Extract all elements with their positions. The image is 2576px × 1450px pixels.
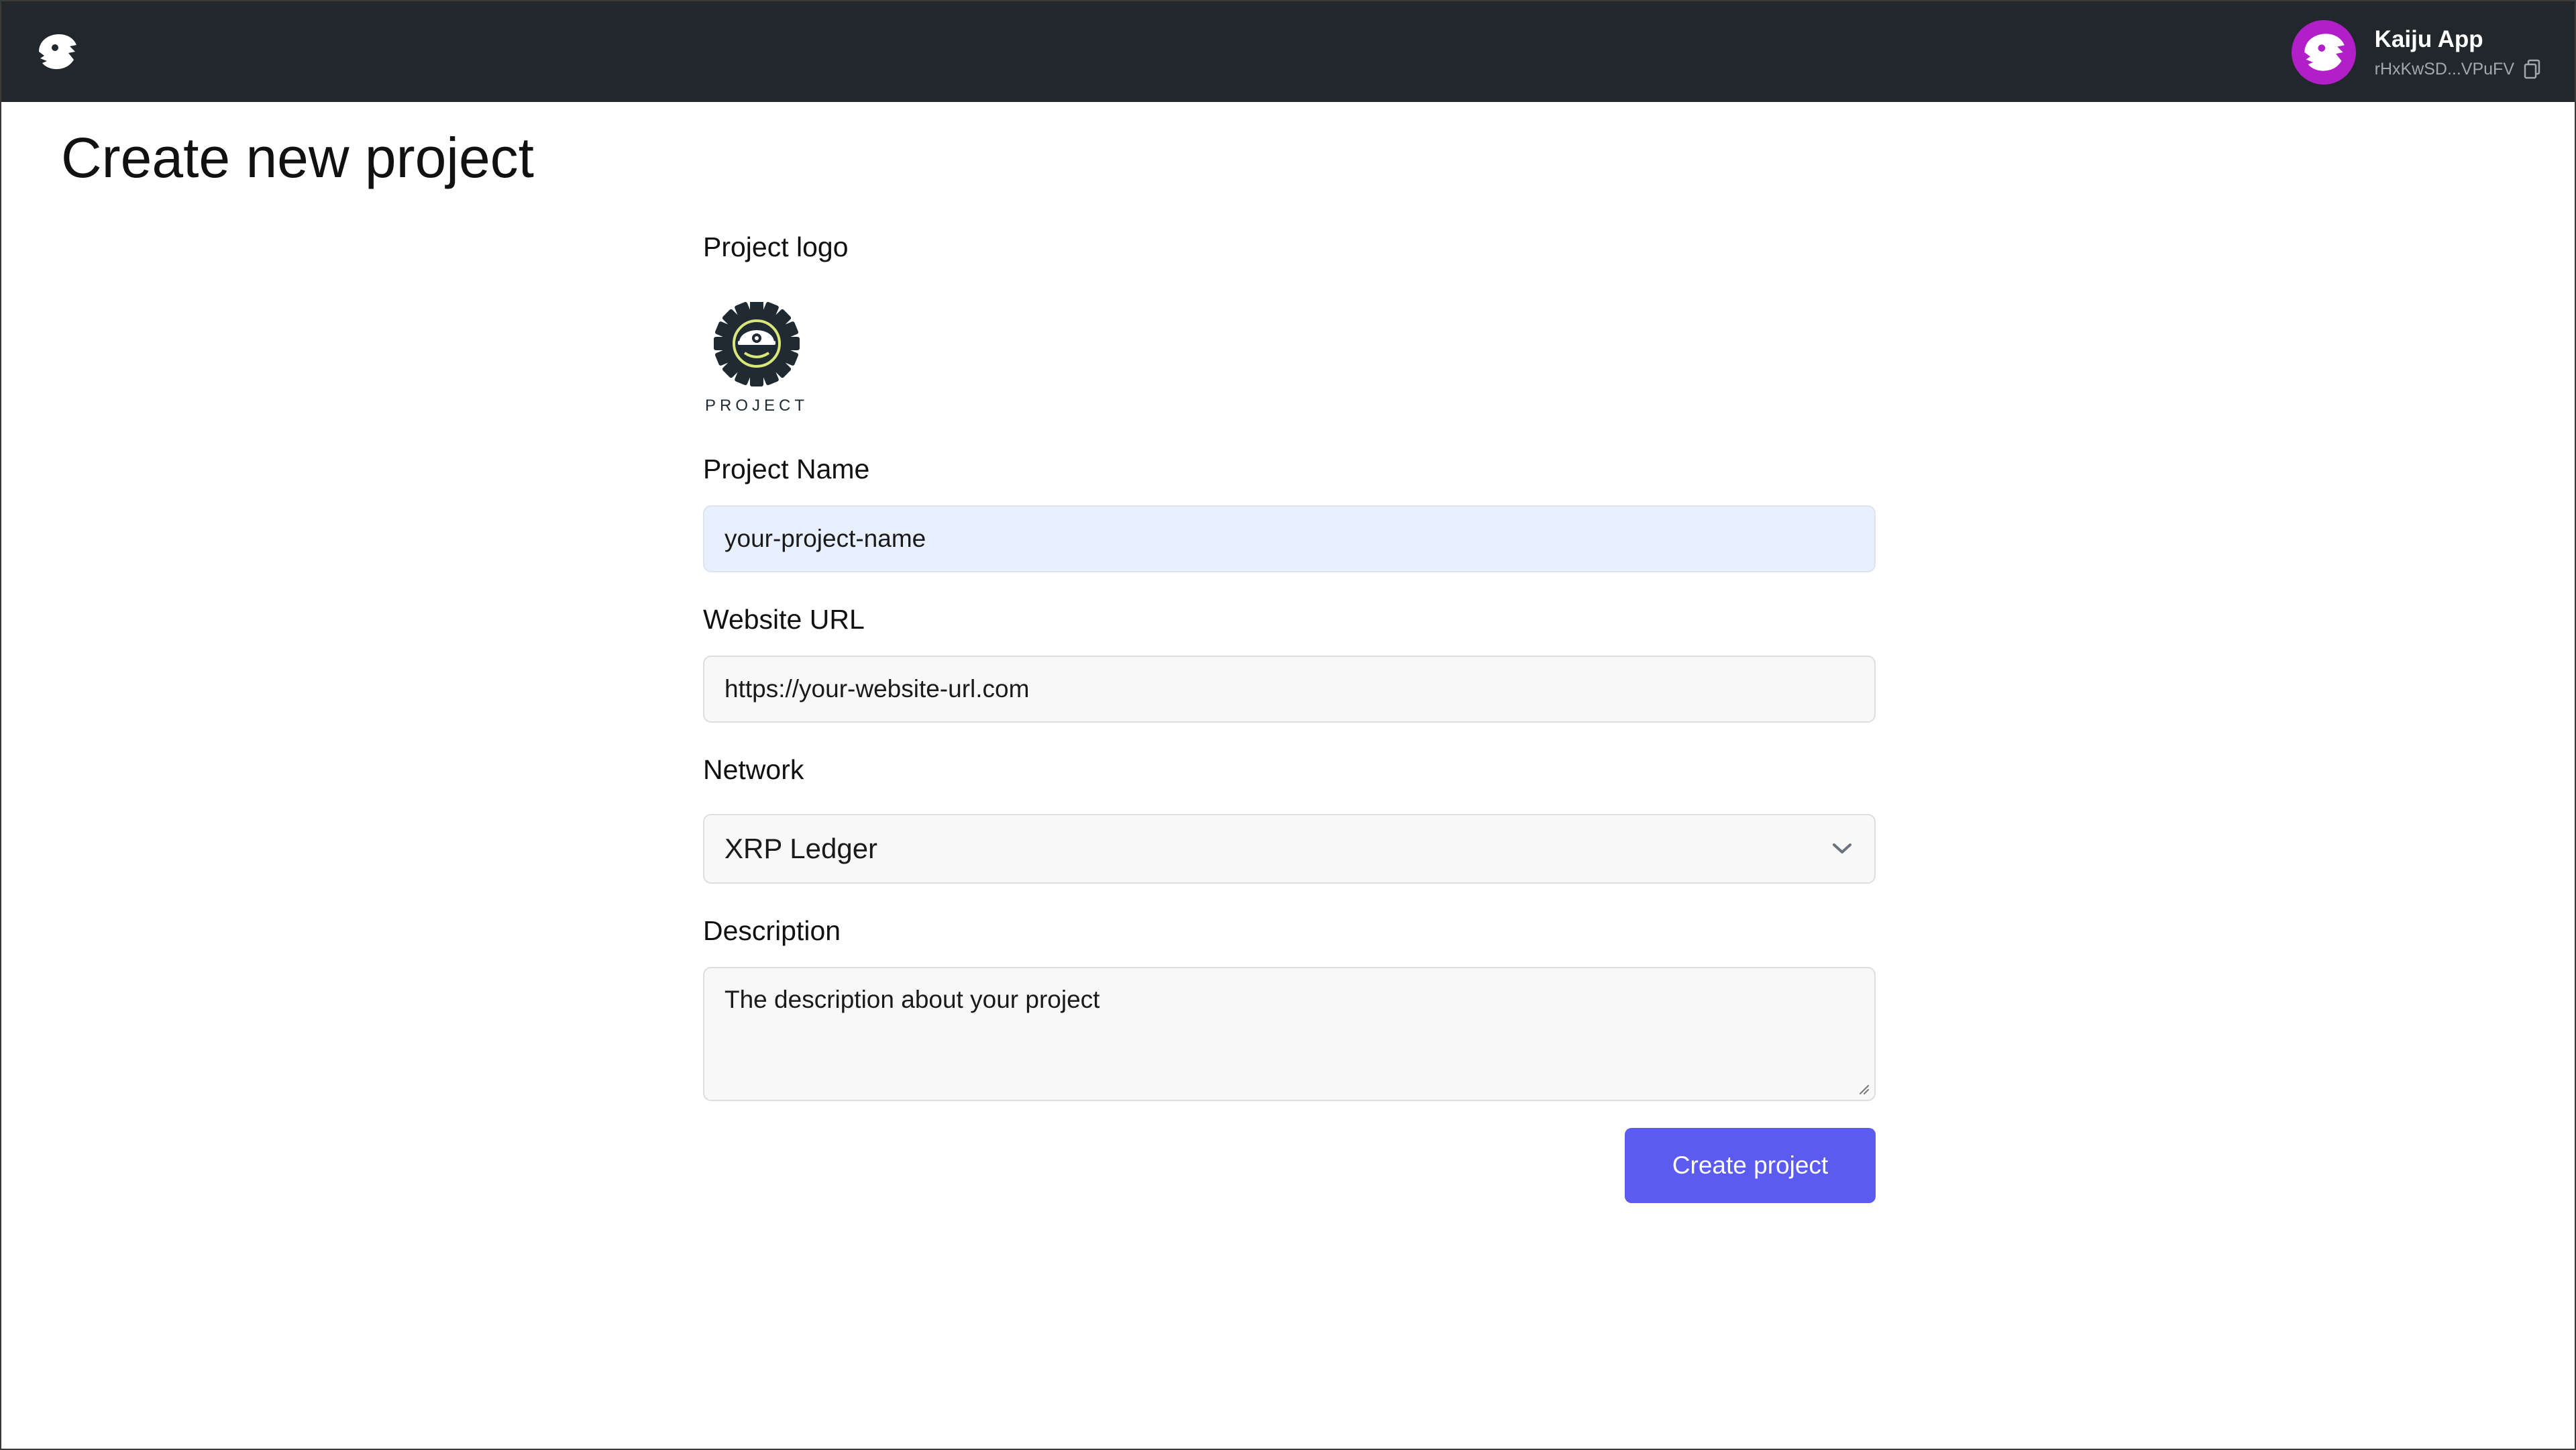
network-selected-value: XRP Ledger: [724, 833, 878, 864]
create-project-button[interactable]: Create project: [1625, 1128, 1876, 1203]
user-meta: Kaiju App rHxKwSD...VPuFV: [2375, 25, 2541, 80]
kaiju-avatar-icon: [2304, 34, 2345, 71]
project-name-input[interactable]: your-project-name: [703, 505, 1876, 572]
website-url-input[interactable]: https://your-website-url.com: [703, 656, 1876, 723]
form-actions: Create project: [703, 1128, 1876, 1203]
chevron-down-icon: [1833, 843, 1851, 853]
project-logo-label: Project logo: [703, 231, 849, 262]
project-name-label: Project Name: [703, 454, 870, 484]
kaiju-logo-icon[interactable]: [35, 32, 79, 72]
website-url-value: https://your-website-url.com: [724, 675, 1030, 703]
network-select[interactable]: XRP Ledger: [703, 814, 1876, 884]
description-value: The description about your project: [724, 986, 1100, 1013]
project-name-value: your-project-name: [724, 525, 926, 552]
wallet-address: rHxKwSD...VPuFV: [2374, 60, 2514, 79]
create-project-form: Project logo PROJECT Project Name your-p…: [703, 229, 1876, 1203]
user-name: Kaiju App: [2374, 26, 2483, 52]
top-navigation-bar: Kaiju App rHxKwSD...VPuFV: [1, 1, 2575, 102]
avatar[interactable]: [2291, 20, 2356, 85]
project-logo-upload[interactable]: PROJECT: [703, 301, 810, 423]
copy-icon[interactable]: [2524, 59, 2541, 79]
description-textarea[interactable]: The description about your project: [703, 967, 1876, 1101]
project-logo-text: PROJECT: [705, 397, 808, 415]
gear-logo-icon: [714, 301, 800, 386]
user-address-row: rHxKwSD...VPuFV: [2375, 58, 2541, 80]
resize-grip-icon[interactable]: [1857, 1082, 1869, 1094]
website-url-label: Website URL: [703, 604, 865, 635]
app-window: Kaiju App rHxKwSD...VPuFV Create new pro…: [0, 0, 2576, 1450]
user-account-menu[interactable]: Kaiju App rHxKwSD...VPuFV: [2291, 20, 2541, 85]
page-title: Create new project: [61, 126, 535, 189]
network-label: Network: [703, 754, 804, 785]
description-label: Description: [703, 915, 841, 946]
